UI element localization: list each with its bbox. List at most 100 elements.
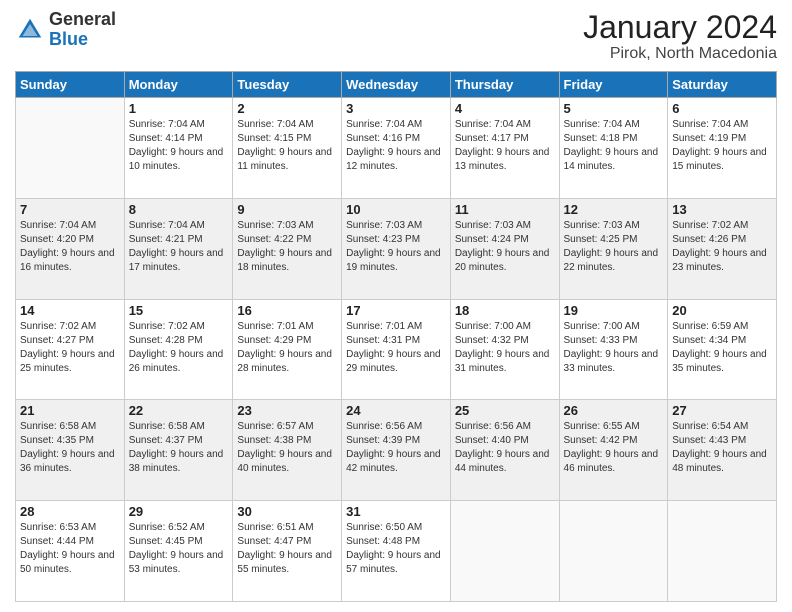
day-number: 6 (672, 101, 772, 116)
day-cell: 10Sunrise: 7:03 AMSunset: 4:23 PMDayligh… (342, 198, 451, 299)
day-info: Sunrise: 7:00 AMSunset: 4:32 PMDaylight:… (455, 320, 555, 376)
day-info: Sunrise: 6:59 AMSunset: 4:34 PMDaylight:… (672, 320, 772, 376)
day-number: 8 (129, 202, 229, 217)
page: General Blue January 2024 Pirok, North M… (0, 0, 792, 612)
day-cell: 4 Sunrise: 7:04 AMSunset: 4:17 PMDaylight… (450, 98, 559, 199)
day-number: 1 (129, 101, 229, 116)
day-info: Sunrise: 7:03 AMSunset: 4:22 PMDaylight:… (237, 219, 337, 275)
day-number: 3 (346, 101, 446, 116)
day-info: Sunrise: 7:01 AMSunset: 4:31 PMDaylight:… (346, 320, 446, 376)
day-cell: 19Sunrise: 7:00 AMSunset: 4:33 PMDayligh… (559, 299, 668, 400)
day-info: Sunrise: 6:52 AMSunset: 4:45 PMDaylight:… (129, 521, 229, 577)
day-number: 17 (346, 303, 446, 318)
header-monday: Monday (124, 72, 233, 98)
day-info: Sunrise: 6:50 AMSunset: 4:48 PMDaylight:… (346, 521, 446, 577)
day-cell (668, 501, 777, 602)
day-cell: 12 Sunrise: 7:03 AMSunset: 4:25 PMDayligh… (559, 198, 668, 299)
day-cell: 18 Sunrise: 7:00 AMSunset: 4:32 PMDayligh… (450, 299, 559, 400)
day-cell: 25 Sunrise: 6:56 AMSunset: 4:40 PMDayligh… (450, 400, 559, 501)
day-number: 13 (672, 202, 772, 217)
day-info: Sunrise: 7:03 AMSunset: 4:25 PMDaylight:… (564, 219, 664, 275)
day-cell: 6 Sunrise: 7:04 AMSunset: 4:19 PMDaylight… (668, 98, 777, 199)
week-row-2: 7 Sunrise: 7:04 AMSunset: 4:20 PMDaylight… (16, 198, 777, 299)
day-info: Sunrise: 6:58 AMSunset: 4:35 PMDaylight:… (20, 420, 120, 476)
day-info: Sunrise: 7:04 AMSunset: 4:14 PMDaylight:… (129, 118, 229, 174)
logo-blue: Blue (49, 29, 88, 49)
day-number: 29 (129, 504, 229, 519)
day-cell: 31Sunrise: 6:50 AMSunset: 4:48 PMDayligh… (342, 501, 451, 602)
week-row-1: 1 Sunrise: 7:04 AMSunset: 4:14 PMDaylight… (16, 98, 777, 199)
day-info: Sunrise: 7:04 AMSunset: 4:20 PMDaylight:… (20, 219, 120, 275)
day-cell: 11 Sunrise: 7:03 AMSunset: 4:24 PMDayligh… (450, 198, 559, 299)
day-number: 26 (564, 403, 664, 418)
day-cell: 8 Sunrise: 7:04 AMSunset: 4:21 PMDaylight… (124, 198, 233, 299)
location: Pirok, North Macedonia (583, 45, 777, 63)
day-info: Sunrise: 7:04 AMSunset: 4:17 PMDaylight:… (455, 118, 555, 174)
day-number: 7 (20, 202, 120, 217)
day-cell: 22Sunrise: 6:58 AMSunset: 4:37 PMDayligh… (124, 400, 233, 501)
week-row-3: 14 Sunrise: 7:02 AMSunset: 4:27 PMDayligh… (16, 299, 777, 400)
day-info: Sunrise: 6:54 AMSunset: 4:43 PMDaylight:… (672, 420, 772, 476)
day-info: Sunrise: 6:57 AMSunset: 4:38 PMDaylight:… (237, 420, 337, 476)
calendar-table: SundayMondayTuesdayWednesdayThursdayFrid… (15, 71, 777, 602)
day-info: Sunrise: 7:03 AMSunset: 4:24 PMDaylight:… (455, 219, 555, 275)
month-title: January 2024 (583, 10, 777, 45)
day-number: 12 (564, 202, 664, 217)
day-cell (16, 98, 125, 199)
day-info: Sunrise: 7:04 AMSunset: 4:21 PMDaylight:… (129, 219, 229, 275)
day-info: Sunrise: 6:56 AMSunset: 4:40 PMDaylight:… (455, 420, 555, 476)
day-cell (450, 501, 559, 602)
header-saturday: Saturday (668, 72, 777, 98)
day-cell: 20Sunrise: 6:59 AMSunset: 4:34 PMDayligh… (668, 299, 777, 400)
day-cell: 16 Sunrise: 7:01 AMSunset: 4:29 PMDayligh… (233, 299, 342, 400)
day-number: 30 (237, 504, 337, 519)
day-cell: 26 Sunrise: 6:55 AMSunset: 4:42 PMDayligh… (559, 400, 668, 501)
header-sunday: Sunday (16, 72, 125, 98)
day-info: Sunrise: 6:58 AMSunset: 4:37 PMDaylight:… (129, 420, 229, 476)
day-info: Sunrise: 6:56 AMSunset: 4:39 PMDaylight:… (346, 420, 446, 476)
day-number: 28 (20, 504, 120, 519)
week-row-5: 28Sunrise: 6:53 AMSunset: 4:44 PMDayligh… (16, 501, 777, 602)
day-number: 24 (346, 403, 446, 418)
day-cell: 13 Sunrise: 7:02 AMSunset: 4:26 PMDayligh… (668, 198, 777, 299)
day-cell: 17 Sunrise: 7:01 AMSunset: 4:31 PMDayligh… (342, 299, 451, 400)
logo-text: General Blue (49, 10, 116, 50)
day-cell: 29 Sunrise: 6:52 AMSunset: 4:45 PMDayligh… (124, 501, 233, 602)
day-number: 10 (346, 202, 446, 217)
day-info: Sunrise: 7:02 AMSunset: 4:26 PMDaylight:… (672, 219, 772, 275)
day-cell: 7 Sunrise: 7:04 AMSunset: 4:20 PMDaylight… (16, 198, 125, 299)
day-number: 19 (564, 303, 664, 318)
day-cell: 28Sunrise: 6:53 AMSunset: 4:44 PMDayligh… (16, 501, 125, 602)
day-number: 18 (455, 303, 555, 318)
header-thursday: Thursday (450, 72, 559, 98)
day-cell: 23Sunrise: 6:57 AMSunset: 4:38 PMDayligh… (233, 400, 342, 501)
day-number: 9 (237, 202, 337, 217)
day-number: 14 (20, 303, 120, 318)
day-cell: 21 Sunrise: 6:58 AMSunset: 4:35 PMDayligh… (16, 400, 125, 501)
day-number: 27 (672, 403, 772, 418)
day-cell: 30Sunrise: 6:51 AMSunset: 4:47 PMDayligh… (233, 501, 342, 602)
header-wednesday: Wednesday (342, 72, 451, 98)
logo-general: General (49, 9, 116, 29)
day-cell: 24 Sunrise: 6:56 AMSunset: 4:39 PMDayligh… (342, 400, 451, 501)
day-number: 4 (455, 101, 555, 116)
day-info: Sunrise: 7:02 AMSunset: 4:28 PMDaylight:… (129, 320, 229, 376)
day-info: Sunrise: 7:01 AMSunset: 4:29 PMDaylight:… (237, 320, 337, 376)
day-number: 25 (455, 403, 555, 418)
logo-icon (15, 15, 45, 45)
day-cell: 1 Sunrise: 7:04 AMSunset: 4:14 PMDaylight… (124, 98, 233, 199)
day-number: 15 (129, 303, 229, 318)
day-cell: 15 Sunrise: 7:02 AMSunset: 4:28 PMDayligh… (124, 299, 233, 400)
day-number: 21 (20, 403, 120, 418)
day-info: Sunrise: 7:02 AMSunset: 4:27 PMDaylight:… (20, 320, 120, 376)
day-info: Sunrise: 6:55 AMSunset: 4:42 PMDaylight:… (564, 420, 664, 476)
day-cell: 2Sunrise: 7:04 AMSunset: 4:15 PMDaylight… (233, 98, 342, 199)
day-number: 11 (455, 202, 555, 217)
day-cell: 27 Sunrise: 6:54 AMSunset: 4:43 PMDayligh… (668, 400, 777, 501)
day-info: Sunrise: 7:04 AMSunset: 4:18 PMDaylight:… (564, 118, 664, 174)
header: General Blue January 2024 Pirok, North M… (15, 10, 777, 63)
day-number: 16 (237, 303, 337, 318)
day-info: Sunrise: 7:04 AMSunset: 4:19 PMDaylight:… (672, 118, 772, 174)
day-cell: 3Sunrise: 7:04 AMSunset: 4:16 PMDaylight… (342, 98, 451, 199)
day-info: Sunrise: 7:04 AMSunset: 4:15 PMDaylight:… (237, 118, 337, 174)
